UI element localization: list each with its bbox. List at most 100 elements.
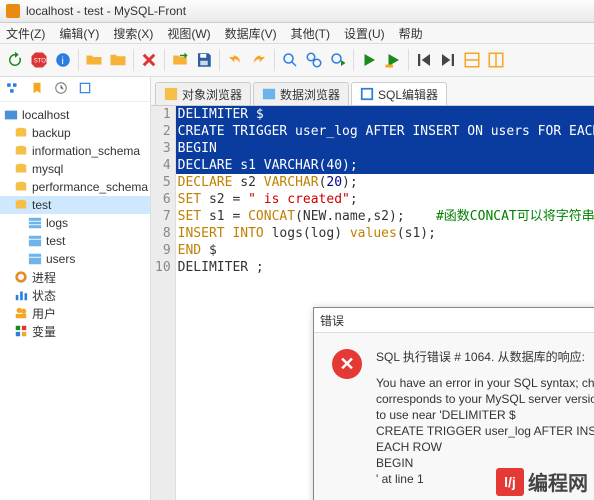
separator xyxy=(164,49,165,71)
sidebar: localhost backup information_schema mysq… xyxy=(0,77,151,500)
tree-label: mysql xyxy=(32,162,63,176)
replace-icon[interactable] xyxy=(303,49,325,71)
tree-db-test[interactable]: test xyxy=(0,196,150,214)
tree-users[interactable]: 用户 xyxy=(0,304,150,322)
separator xyxy=(219,49,220,71)
grid2-icon[interactable] xyxy=(485,49,507,71)
tree-label: test xyxy=(46,234,65,248)
code-line: END $ xyxy=(176,242,594,259)
code-line: DELIMITER ; xyxy=(176,259,594,276)
main: 对象浏览器 数据浏览器 SQL编辑器 12345678910 DELIMITER… xyxy=(151,77,594,500)
code-line: SET s1 = CONCAT(NEW.name,s2); #函数CONCAT可… xyxy=(176,208,594,225)
delete-icon[interactable] xyxy=(138,49,160,71)
menu-search[interactable]: 搜索(X) xyxy=(113,25,153,42)
watermark: l/j 编程网 xyxy=(496,467,588,496)
editor-tabs: 对象浏览器 数据浏览器 SQL编辑器 xyxy=(151,77,594,106)
table-icon xyxy=(28,252,42,266)
info-icon[interactable]: i xyxy=(52,49,74,71)
redo-icon[interactable] xyxy=(248,49,270,71)
separator xyxy=(353,49,354,71)
database-icon xyxy=(14,198,28,212)
grid1-icon[interactable] xyxy=(461,49,483,71)
find-icon[interactable] xyxy=(279,49,301,71)
separator xyxy=(274,49,275,71)
database-icon xyxy=(14,144,28,158)
menu-view[interactable]: 视图(W) xyxy=(167,25,210,42)
refresh-icon[interactable] xyxy=(4,49,26,71)
dialog-title: 错误 xyxy=(320,312,344,329)
sidebar-tab-history-icon[interactable] xyxy=(54,81,68,98)
tree-table-users[interactable]: users xyxy=(0,250,150,268)
sidebar-tab-bookmark-icon[interactable] xyxy=(30,81,44,98)
tree-label: 用户 xyxy=(32,305,56,322)
separator xyxy=(78,49,79,71)
watermark-icon: l/j xyxy=(496,468,524,496)
menu-database[interactable]: 数据库(V) xyxy=(225,25,277,42)
code-line: SET s2 = " is created"; xyxy=(176,191,594,208)
menu-file[interactable]: 文件(Z) xyxy=(6,25,45,42)
stop-icon[interactable]: STOP xyxy=(28,49,50,71)
window-title: localhost - test - MySQL-Front xyxy=(26,4,186,18)
run-selection-icon[interactable] xyxy=(382,49,404,71)
titlebar: localhost - test - MySQL-Front xyxy=(0,0,594,23)
last-icon[interactable] xyxy=(437,49,459,71)
svg-text:STOP: STOP xyxy=(34,58,48,64)
tree-processes[interactable]: 进程 xyxy=(0,268,150,286)
sidebar-tabs xyxy=(0,77,150,102)
tree-db-performance-schema[interactable]: performance_schema xyxy=(0,178,150,196)
watermark-text: 编程网 xyxy=(528,467,588,496)
folder-icon[interactable] xyxy=(107,49,129,71)
menu-edit[interactable]: 编辑(Y) xyxy=(59,25,99,42)
menu-settings[interactable]: 设置(U) xyxy=(344,25,385,42)
find-next-icon[interactable] xyxy=(327,49,349,71)
save-icon[interactable] xyxy=(193,49,215,71)
undo-icon[interactable] xyxy=(224,49,246,71)
tree-table-logs[interactable]: logs xyxy=(0,214,150,232)
tree-variables[interactable]: 变量 xyxy=(0,322,150,340)
tab-label: 对象浏览器 xyxy=(182,86,242,103)
tree-label: 变量 xyxy=(32,323,56,340)
sidebar-tab-tree-icon[interactable] xyxy=(6,81,20,98)
users-icon xyxy=(14,306,28,320)
open-icon[interactable] xyxy=(169,49,191,71)
menu-help[interactable]: 帮助 xyxy=(399,25,423,42)
tree-label: information_schema xyxy=(32,144,140,158)
code-line: DECLARE s2 VARCHAR(20); xyxy=(176,174,594,191)
first-icon[interactable] xyxy=(413,49,435,71)
tree-db-mysql[interactable]: mysql xyxy=(0,160,150,178)
menubar: 文件(Z) 编辑(Y) 搜索(X) 视图(W) 数据库(V) 其他(T) 设置(… xyxy=(0,23,594,44)
line-gutter: 12345678910 xyxy=(151,106,176,500)
tree-label: logs xyxy=(46,216,68,230)
tab-label: 数据浏览器 xyxy=(280,86,340,103)
tree-status[interactable]: 状态 xyxy=(0,286,150,304)
tree-db-backup[interactable]: backup xyxy=(0,124,150,142)
menu-other[interactable]: 其他(T) xyxy=(291,25,330,42)
host-icon xyxy=(4,108,18,122)
tab-data-browser[interactable]: 数据浏览器 xyxy=(253,82,349,105)
code-line: DECLARE s1 VARCHAR(40); xyxy=(176,157,594,174)
tree-label: 进程 xyxy=(32,269,56,286)
dialog-titlebar: 错误 xyxy=(314,308,594,333)
folder-open-icon[interactable] xyxy=(83,49,105,71)
separator xyxy=(133,49,134,71)
svg-text:i: i xyxy=(62,55,64,67)
tree: localhost backup information_schema mysq… xyxy=(0,102,150,500)
table-icon xyxy=(28,216,42,230)
tree-label: backup xyxy=(32,126,71,140)
tree-table-test[interactable]: test xyxy=(0,232,150,250)
separator xyxy=(408,49,409,71)
sidebar-tab-sql-icon[interactable] xyxy=(78,81,92,98)
tree-db-information-schema[interactable]: information_schema xyxy=(0,142,150,160)
code-line: INSERT INTO logs(log) values(s1); xyxy=(176,225,594,242)
tab-object-browser[interactable]: 对象浏览器 xyxy=(155,82,251,105)
error-icon: ✕ xyxy=(332,349,362,379)
database-icon xyxy=(14,162,28,176)
run-icon[interactable] xyxy=(358,49,380,71)
tree-label: localhost xyxy=(22,108,69,122)
table-icon xyxy=(28,234,42,248)
tab-sql-editor[interactable]: SQL编辑器 xyxy=(351,82,447,105)
tree-host[interactable]: localhost xyxy=(0,106,150,124)
database-icon xyxy=(14,126,28,140)
code-line: DELIMITER $ xyxy=(176,106,594,123)
code-line: BEGIN xyxy=(176,140,594,157)
